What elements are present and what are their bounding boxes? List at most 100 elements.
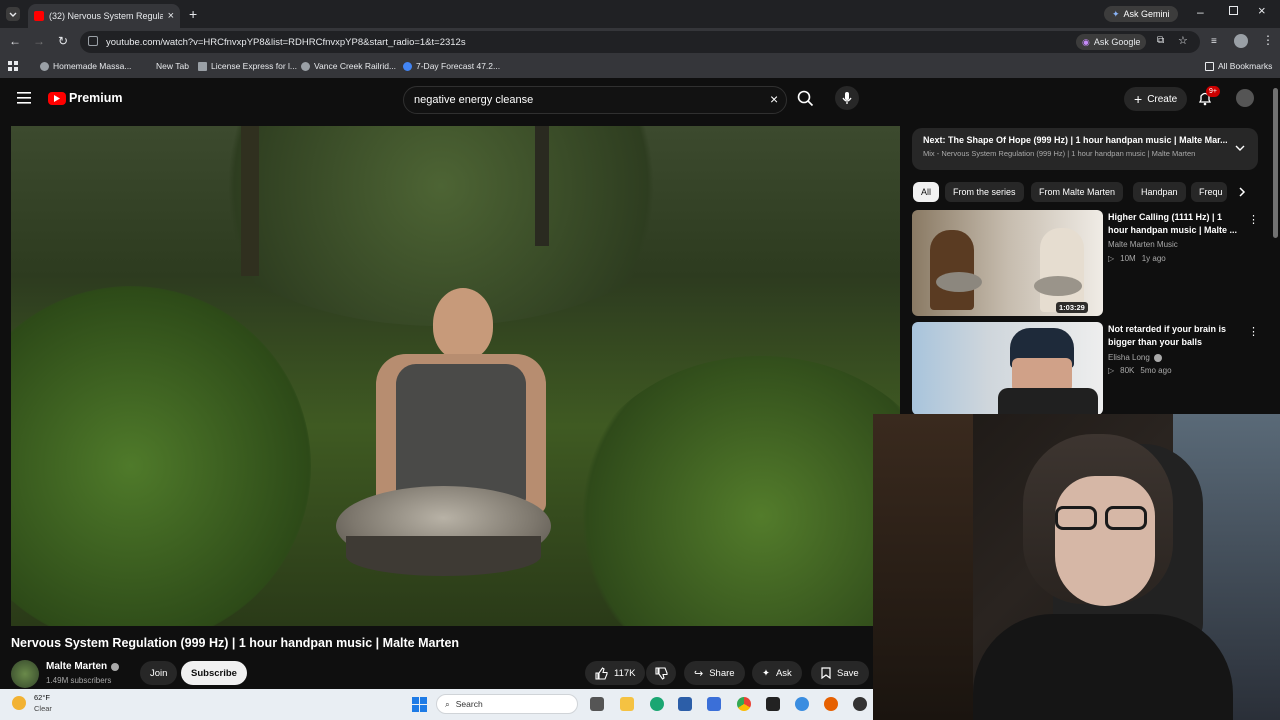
clear-search-icon[interactable]: × xyxy=(770,91,778,107)
hamburger-menu-icon[interactable] xyxy=(17,92,31,104)
bookmark-item[interactable]: Homemade Massa... xyxy=(40,61,131,71)
microphone-icon[interactable] xyxy=(835,86,859,110)
close-window-button[interactable]: × xyxy=(1258,3,1266,18)
firefox-icon[interactable] xyxy=(824,697,838,711)
taskbar-search-box[interactable]: ⌕ Search xyxy=(436,694,578,714)
tree-trunk xyxy=(535,126,549,246)
person-face xyxy=(1055,476,1155,606)
tab-close-icon[interactable]: × xyxy=(168,10,174,22)
recommendation-title[interactable]: Not retarded if your brain is bigger tha… xyxy=(1108,323,1238,349)
search-icon: ⌕ xyxy=(445,698,450,709)
address-bar[interactable]: youtube.com/watch?v=HRCfnvxpYP8&list=RDH… xyxy=(80,31,1200,53)
recommendation-channel[interactable]: Malte Marten Music xyxy=(1108,240,1178,249)
create-button[interactable]: + Create xyxy=(1124,87,1188,111)
person-head xyxy=(433,288,493,360)
tree-canopy xyxy=(181,126,701,326)
chrome-icon[interactable] xyxy=(737,697,751,711)
ask-google-button[interactable]: ◉ Ask Google xyxy=(1076,34,1147,50)
save-button[interactable]: Save xyxy=(811,661,869,685)
forward-arrow-icon[interactable]: → xyxy=(33,34,45,48)
premium-logo-text: Premium xyxy=(69,91,123,105)
subscribe-button[interactable]: Subscribe xyxy=(181,661,247,685)
more-options-icon[interactable]: ⋮ xyxy=(1248,213,1259,226)
browser-menu-icon[interactable]: ⋮ xyxy=(1262,33,1274,47)
person-tank-top xyxy=(396,364,526,504)
edge-browser-icon[interactable] xyxy=(650,697,664,711)
video-player[interactable] xyxy=(11,126,900,626)
verified-badge-icon xyxy=(111,662,120,671)
like-button[interactable]: 117K xyxy=(585,661,646,685)
recommendation-thumbnail[interactable]: 1:03:29 xyxy=(912,210,1103,316)
weather-moon-icon[interactable] xyxy=(12,696,26,710)
search-input[interactable]: negative energy cleanse × xyxy=(403,86,787,114)
channel-avatar[interactable] xyxy=(11,660,39,688)
thumbnail-person xyxy=(930,230,974,310)
bookmark-item[interactable]: 7-Day Forecast 47.2... xyxy=(403,61,500,71)
recommendation-title[interactable]: Higher Calling (1111 Hz) | 1 hour handpa… xyxy=(1108,211,1238,237)
ask-gemini-button[interactable]: ✦ Ask Gemini xyxy=(1104,6,1178,22)
site-info-icon[interactable] xyxy=(88,36,98,46)
chip-from-the-series[interactable]: From the series xyxy=(945,182,1024,202)
url-text: youtube.com/watch?v=HRCfnvxpYP8&list=RDH… xyxy=(106,36,466,48)
join-button[interactable]: Join xyxy=(140,661,178,685)
reload-icon[interactable]: ↻ xyxy=(58,34,68,48)
ask-button[interactable]: ✦ Ask xyxy=(752,661,802,685)
new-tab-button[interactable]: + xyxy=(189,6,197,22)
sparkle-icon: ✦ xyxy=(762,667,770,679)
apps-grid-icon[interactable] xyxy=(8,61,18,71)
windows-start-icon[interactable] xyxy=(412,697,427,712)
tab-search-button[interactable] xyxy=(6,7,20,21)
bookmarks-bar: Homemade Massa... New Tab License Expres… xyxy=(0,56,1280,78)
subscriber-count: 1.49M subscribers xyxy=(46,676,112,685)
up-next-panel[interactable]: Next: The Shape Of Hope (999 Hz) | 1 hou… xyxy=(912,128,1258,170)
app-icon[interactable] xyxy=(853,697,867,711)
tab-title: (32) Nervous System Regulatio xyxy=(49,11,163,21)
outlook-icon[interactable] xyxy=(707,697,721,711)
minimize-button[interactable]: – xyxy=(1197,5,1204,19)
tree-trunk xyxy=(241,126,259,276)
youtube-premium-logo[interactable]: Premium xyxy=(48,91,123,105)
obs-icon[interactable] xyxy=(766,697,780,711)
recommendation-channel[interactable]: Elisha Long xyxy=(1108,353,1162,362)
chevron-right-icon[interactable] xyxy=(1235,185,1249,199)
search-icon[interactable] xyxy=(794,87,818,111)
file-explorer-icon[interactable] xyxy=(620,697,634,711)
back-arrow-icon[interactable]: ← xyxy=(9,34,21,48)
webcam-overlay xyxy=(873,414,1280,720)
all-bookmarks-button[interactable]: All Bookmarks xyxy=(1205,61,1272,71)
notification-count-badge: 9+ xyxy=(1206,86,1220,97)
chip-handpan[interactable]: Handpan xyxy=(1133,182,1186,202)
install-app-icon[interactable]: ⧉ xyxy=(1157,35,1164,46)
chip-frequency[interactable]: Frequ xyxy=(1191,182,1227,202)
more-options-icon[interactable]: ⋮ xyxy=(1248,325,1259,338)
recommendation-thumbnail[interactable] xyxy=(912,322,1103,415)
bookmark-item[interactable]: Vance Creek Railrid... xyxy=(301,61,396,71)
bookmark-item[interactable]: License Express for l... xyxy=(198,61,297,71)
media-control-icon[interactable]: ≡ xyxy=(1211,36,1217,47)
dislike-button[interactable] xyxy=(646,661,676,685)
youtube-favicon-icon xyxy=(34,11,44,21)
chip-from-malte-marten[interactable]: From Malte Marten xyxy=(1031,182,1124,202)
channel-name[interactable]: Malte Marten xyxy=(46,661,120,672)
copilot-icon[interactable] xyxy=(795,697,809,711)
page-scrollbar[interactable] xyxy=(1273,88,1278,238)
browser-tab-active[interactable]: (32) Nervous System Regulatio × xyxy=(28,4,180,28)
mix-playlist-line: Mix - Nervous System Regulation (999 Hz)… xyxy=(923,149,1196,158)
profile-avatar[interactable] xyxy=(1234,34,1248,48)
task-view-icon[interactable] xyxy=(590,697,604,711)
app-icon[interactable] xyxy=(678,697,692,711)
chevron-down-icon[interactable] xyxy=(1234,142,1246,154)
create-label: Create xyxy=(1147,93,1178,105)
weather-condition: Clear xyxy=(34,704,52,713)
account-avatar[interactable] xyxy=(1236,89,1254,107)
handpan-bottom xyxy=(346,536,541,576)
browser-toolbar: ← → ↻ youtube.com/watch?v=HRCfnvxpYP8&li… xyxy=(0,28,1280,56)
chip-all[interactable]: All xyxy=(913,182,940,202)
recommendation-stats: ▷ 10M 1y ago xyxy=(1108,254,1166,263)
bookmark-item[interactable]: New Tab xyxy=(156,61,189,71)
share-button[interactable]: ↪ Share xyxy=(684,661,745,685)
recommendation-stats: ▷ 80K 5mo ago xyxy=(1108,366,1172,375)
video-title: Nervous System Regulation (999 Hz) | 1 h… xyxy=(11,636,460,650)
bookmark-star-icon[interactable]: ☆ xyxy=(1178,34,1188,47)
maximize-button[interactable] xyxy=(1229,6,1238,15)
